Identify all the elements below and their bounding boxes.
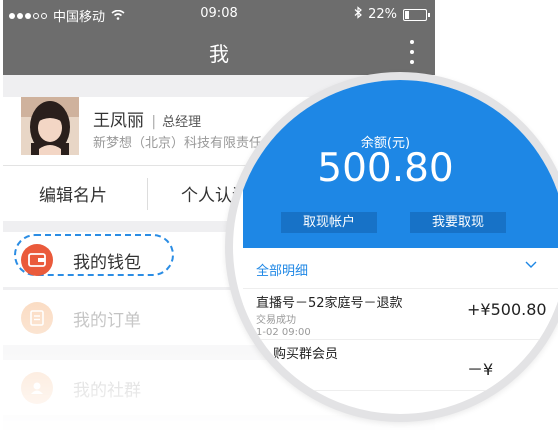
- withdraw-account-button[interactable]: 取现帐户: [281, 212, 377, 233]
- wallet-magnifier: 余额(元) 500.80 取现帐户 我要取现 全部明细 直播号－52家庭号－退款…: [225, 72, 558, 422]
- balance-amount: 500.80: [317, 146, 454, 191]
- bluetooth-icon: [354, 6, 363, 23]
- battery-percent: 22%: [368, 7, 397, 22]
- more-vertical-icon[interactable]: [407, 40, 417, 64]
- chevron-down-icon[interactable]: [525, 258, 537, 270]
- status-bar: 中国移动 09:08 22%: [3, 0, 435, 28]
- menu-label-community: 我的社群: [73, 381, 141, 401]
- profile-company: 新梦想（北京）科技有限责任: [93, 136, 263, 151]
- title-separator: |: [151, 114, 157, 130]
- action-divider: [147, 178, 148, 210]
- transaction-title: 直播号－52家庭号－退款: [256, 296, 403, 311]
- transaction-amount: －¥: [467, 360, 494, 379]
- battery-level: [405, 10, 410, 19]
- transaction-time: 1-02 09:00: [256, 327, 311, 338]
- withdraw-button[interactable]: 我要取现: [410, 212, 506, 233]
- menu-label-orders: 我的订单: [73, 311, 141, 331]
- wallet-detail-panel: 余额(元) 500.80 取现帐户 我要取现 全部明细 直播号－52家庭号－退款…: [243, 80, 558, 414]
- avatar[interactable]: [21, 97, 79, 155]
- transaction-status: 交易成功: [256, 315, 296, 326]
- edit-card-button[interactable]: 编辑名片: [39, 181, 107, 206]
- transaction-row[interactable]: 购买群会员 －¥: [243, 340, 558, 391]
- transaction-amount: +¥500.80: [467, 300, 547, 319]
- page-title: 我: [209, 42, 229, 66]
- all-details-header[interactable]: 全部明细: [243, 248, 558, 289]
- transaction-row[interactable]: 直播号－52家庭号－退款 交易成功 1-02 09:00 +¥500.80: [243, 289, 558, 340]
- all-details-label: 全部明细: [256, 264, 309, 279]
- profile-name-row: 王凤丽 | 总经理: [93, 106, 201, 131]
- orders-icon: [21, 302, 53, 334]
- status-right: 22%: [354, 6, 430, 23]
- battery-icon: [403, 8, 430, 21]
- profile-name: 王凤丽: [93, 111, 144, 131]
- balance-panel: 余额(元) 500.80 取现帐户 我要取现: [243, 80, 558, 248]
- wallet-icon: [21, 244, 53, 276]
- profile-title: 总经理: [162, 115, 202, 130]
- community-icon: [21, 372, 53, 404]
- nav-bar: 我: [3, 28, 435, 75]
- menu-label-wallet: 我的钱包: [73, 253, 141, 273]
- transaction-title: 购买群会员: [273, 347, 339, 362]
